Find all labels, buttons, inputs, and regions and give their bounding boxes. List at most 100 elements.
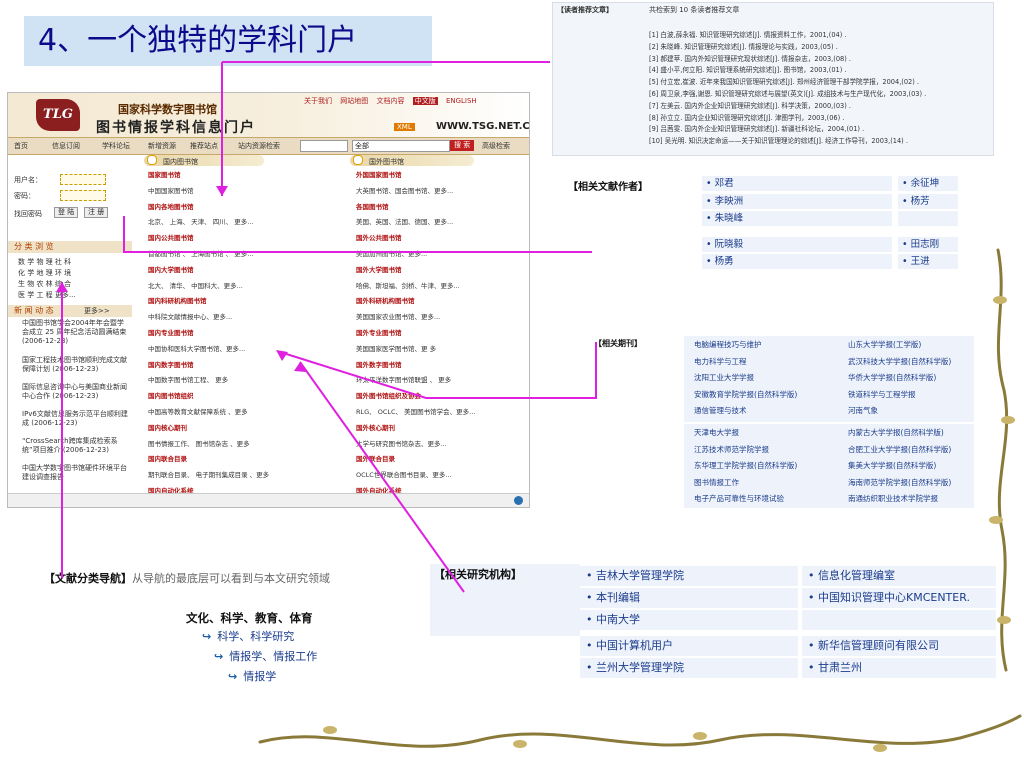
site-search-input[interactable] bbox=[300, 140, 348, 152]
institution-link[interactable]: • 信息化管理编室 bbox=[802, 566, 996, 586]
news-item[interactable]: 国际信息咨询中心与美国商业新闻中心合作 (2006-12-23) bbox=[22, 383, 130, 401]
library-links[interactable]: 首都图书馆 、 上海图书馆 、 更多... bbox=[148, 248, 253, 258]
institution-link[interactable]: • 中国计算机用户 bbox=[580, 636, 798, 656]
library-links[interactable]: OCLC世界联合图书目录、更多... bbox=[356, 469, 452, 479]
institution-link[interactable]: • 本刊编辑 bbox=[580, 588, 798, 608]
news-item[interactable]: IPv6文献信息服务示范平台顺利建成 (2006-12-23) bbox=[22, 410, 130, 428]
subject-row-3[interactable]: 生 物 农 林 综 合 bbox=[18, 279, 71, 289]
journal-link[interactable]: 华侨大学学报(自然科学版) bbox=[848, 373, 936, 383]
password-input[interactable] bbox=[60, 190, 106, 201]
nav-new-resources[interactable]: 新增资源 bbox=[148, 141, 176, 151]
library-category[interactable]: 国内图书馆组织 bbox=[148, 390, 194, 400]
journal-link[interactable]: 东华理工学院学报(自然科学版) bbox=[694, 461, 797, 471]
news-more-link[interactable]: 更多>> bbox=[84, 305, 110, 317]
classification-level-2[interactable]: ↪ 情报学、情报工作 bbox=[214, 648, 317, 664]
scope-select[interactable]: 全部 bbox=[352, 140, 450, 152]
journal-link[interactable]: 海南师范学院学报(自然科学版) bbox=[848, 478, 951, 488]
login-button[interactable]: 登 陆 bbox=[54, 207, 79, 218]
journal-link[interactable]: 电力科学与工程 bbox=[694, 357, 747, 367]
journal-link[interactable]: 电脑编程技巧与维护 bbox=[694, 340, 762, 350]
library-category[interactable]: 国内核心期刊 bbox=[148, 422, 187, 432]
author-link[interactable]: • 阮晓毅 bbox=[702, 236, 892, 253]
library-category[interactable]: 国家图书馆 bbox=[148, 169, 181, 179]
library-links[interactable]: 大学与研究图书馆杂志、更多... bbox=[356, 438, 447, 448]
advanced-search-link[interactable]: 高级检索 bbox=[482, 141, 510, 151]
username-input[interactable] bbox=[60, 174, 106, 185]
recommended-article[interactable]: [1] 白波,薛永福. 知识管理研究综述[J]. 情报资料工作，2001,(04… bbox=[649, 29, 846, 39]
author-link[interactable]: • 杨芳 bbox=[898, 193, 958, 210]
library-links[interactable]: 中国高等教育文献保障系统 、更多 bbox=[148, 406, 248, 416]
classification-level-3[interactable]: ↪ 情报学 bbox=[228, 668, 276, 684]
classification-level-1[interactable]: ↪ 科学、科学研究 bbox=[202, 628, 294, 644]
library-links[interactable]: RLG、 OCLC、 美国图书馆学会、更多... bbox=[356, 406, 475, 416]
subject-row-4[interactable]: 医 学 工 程 更多... bbox=[18, 290, 76, 300]
library-category[interactable]: 外国国家图书馆 bbox=[356, 169, 402, 179]
nav-subscribe[interactable]: 信息订阅 bbox=[52, 141, 80, 151]
journal-link[interactable]: 集美大学学报(自然科学版) bbox=[848, 461, 936, 471]
journal-link[interactable]: 南通纺织职业技术学院学报 bbox=[848, 494, 938, 504]
institution-link[interactable]: • 兰州大学管理学院 bbox=[580, 658, 798, 678]
author-link[interactable]: • 杨勇 bbox=[702, 254, 892, 270]
xml-badge[interactable]: XML bbox=[394, 123, 415, 131]
library-links[interactable]: 中科院文献情报中心、更多... bbox=[148, 311, 232, 321]
library-links[interactable]: 中国国家图书馆 bbox=[148, 185, 194, 195]
classification-root[interactable]: 文化、科学、教育、体育 bbox=[186, 610, 313, 626]
link-english[interactable]: ENGLISH bbox=[446, 97, 477, 105]
recommended-article[interactable]: [5] 付立宏,崔波. 近年来我国知识管理研究综述[J]. 郑州经济管理干部学院… bbox=[649, 76, 919, 86]
link-about[interactable]: 关于我们 bbox=[304, 97, 332, 105]
news-item[interactable]: 国家工程技术图书馆顺利完成文献保障计划 (2006-12-23) bbox=[22, 356, 130, 374]
link-sitemap[interactable]: 网站地图 bbox=[340, 97, 368, 105]
search-button[interactable]: 搜 索 bbox=[450, 140, 475, 151]
nav-home[interactable]: 首页 bbox=[14, 141, 28, 151]
library-links[interactable]: 图书情报工作、 图书馆杂志 、更多 bbox=[148, 438, 250, 448]
library-links[interactable]: 美国、英国、法国、德国、更多... bbox=[356, 216, 453, 226]
register-button[interactable]: 注 册 bbox=[84, 207, 109, 218]
journal-link[interactable]: 通信管理与技术 bbox=[694, 406, 747, 416]
recommended-article[interactable]: [4] 盛小平,何立阳. 知识管理系统研究综述[J]. 图书馆，2003,(01… bbox=[649, 64, 846, 74]
news-item[interactable]: 中国图书馆学会2004年年会暨学会成立 25 周年纪念活动圆满结束 (2006-… bbox=[22, 319, 130, 346]
library-category[interactable]: 国内联合目录 bbox=[148, 453, 187, 463]
subject-row-2[interactable]: 化 学 地 理 环 境 bbox=[18, 268, 71, 278]
journal-link[interactable]: 河南气象 bbox=[848, 406, 878, 416]
author-link[interactable]: • 邓君 bbox=[702, 176, 892, 192]
library-category[interactable]: 国外联合目录 bbox=[356, 453, 395, 463]
library-category[interactable]: 国外公共图书馆 bbox=[356, 232, 402, 242]
library-category[interactable]: 国外科研机构图书馆 bbox=[356, 295, 415, 305]
journal-link[interactable]: 铁道科学与工程学报 bbox=[848, 390, 916, 400]
recommended-article[interactable]: [10] 吴光明. 知识决定命运——关于知识管理理论的综述[J]. 经济工作导刊… bbox=[649, 135, 908, 145]
library-category[interactable]: 国内公共图书馆 bbox=[148, 232, 194, 242]
institution-link[interactable]: • 甘肃兰州 bbox=[802, 658, 996, 678]
library-links[interactable]: 大英图书馆、国会图书馆、更多... bbox=[356, 185, 453, 195]
recommended-article[interactable]: [8] 孙立立. 国内企业知识管理研究综述[J]. 津图学刊，2003,(06)… bbox=[649, 112, 844, 122]
journal-link[interactable]: 合肥工业大学学报(自然科学版) bbox=[848, 445, 951, 455]
news-item[interactable]: “CrossSearch跨库集成检索系统”项目推介 (2006-12-23) bbox=[22, 437, 130, 455]
library-links[interactable]: 期刊联合目录、 电子期刊集成目录 、更多 bbox=[148, 469, 269, 479]
library-category[interactable]: 国外核心期刊 bbox=[356, 422, 395, 432]
institution-link[interactable]: • 吉林大学管理学院 bbox=[580, 566, 798, 586]
nav-forum[interactable]: 学科论坛 bbox=[102, 141, 130, 151]
link-chinese[interactable]: 中文版 bbox=[412, 97, 438, 105]
library-links[interactable]: 北大、 清华、 中国科大、更多... bbox=[148, 280, 243, 290]
library-links[interactable]: 美国加州图书馆、更多... bbox=[356, 248, 427, 258]
recover-password-link[interactable]: 找回密码 bbox=[14, 209, 42, 219]
library-links[interactable]: 美国国家农业图书馆、更多... bbox=[356, 311, 440, 321]
journal-link[interactable]: 山东大学学报(工学版) bbox=[848, 340, 921, 350]
recommended-article[interactable]: [3] 郝建苹. 国内外知识管理研究现状综述[J]. 情报杂志，2003,(08… bbox=[649, 53, 851, 63]
library-category[interactable]: 各国图书馆 bbox=[356, 201, 389, 211]
library-category[interactable]: 国内数字图书馆 bbox=[148, 359, 194, 369]
author-link[interactable]: • 王进 bbox=[898, 254, 958, 270]
library-links[interactable]: 中国协和医科大学图书馆、更多... bbox=[148, 343, 245, 353]
library-links[interactable]: 北京、 上海、 天津、 四川、 更多... bbox=[148, 216, 253, 226]
library-category[interactable]: 国外图书馆组织及协会 bbox=[356, 390, 421, 400]
library-category[interactable]: 国内大学图书馆 bbox=[148, 264, 194, 274]
library-links[interactable]: 环太平洋数字图书馆联盟 、 更多 bbox=[356, 374, 451, 384]
library-links[interactable]: 中国数字图书馆工程、 更多 bbox=[148, 374, 228, 384]
library-links[interactable]: 哈佛、斯坦福、剑桥、牛津、更多... bbox=[356, 280, 460, 290]
recommended-article[interactable]: [2] 朱晓峰. 知识管理研究综述[J]. 情报理论与实践，2003,(05) … bbox=[649, 41, 838, 51]
institution-link[interactable]: • 新华信管理顾问有限公司 bbox=[802, 636, 996, 656]
author-link[interactable]: • 朱晓峰 bbox=[702, 211, 892, 227]
recommended-article[interactable]: [9] 吕茜雯. 国内外企业知识管理研究综述[J]. 新疆社科论坛，2004,(… bbox=[649, 123, 864, 133]
library-category[interactable]: 国外大学图书馆 bbox=[356, 264, 402, 274]
news-item[interactable]: 中国大学数字图书馆硬件环境平台建设调查报告 bbox=[22, 464, 130, 480]
nav-recommended-sites[interactable]: 推荐站点 bbox=[190, 141, 218, 151]
